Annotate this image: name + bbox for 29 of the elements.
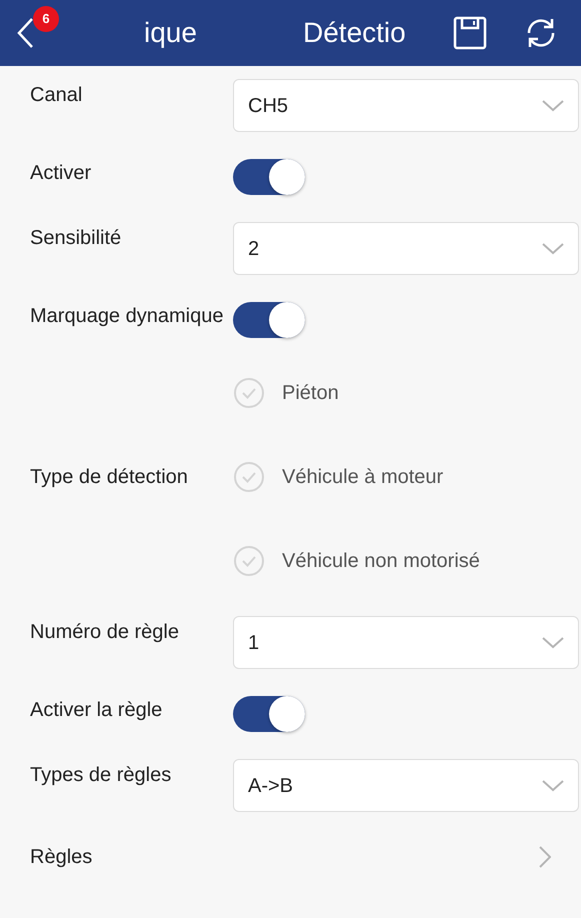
field-label: Marquage dynamique: [30, 304, 224, 329]
notification-badge: 6: [33, 6, 59, 32]
dropdown-select[interactable]: CH5: [233, 79, 579, 132]
field-label: Numéro de règle: [30, 620, 180, 645]
field-label: Sensibilité: [30, 226, 122, 251]
checkbox-option[interactable]: Véhicule à moteur: [233, 459, 480, 495]
toggle-switch[interactable]: [233, 302, 305, 338]
field-label: Activer: [30, 161, 92, 186]
chevron-down-icon: [542, 636, 564, 648]
field-label: Type de détection: [30, 464, 189, 490]
dropdown-select[interactable]: 1: [233, 616, 579, 669]
field-label: Activer la règle: [30, 698, 164, 723]
checkbox-option[interactable]: Véhicule non motorisé: [233, 543, 480, 579]
save-icon[interactable]: [453, 16, 487, 50]
field-label: Canal: [30, 83, 84, 108]
chevron-down-icon: [542, 242, 564, 254]
header-tab[interactable]: Détectio: [303, 12, 406, 54]
checkbox-option[interactable]: Piéton: [233, 375, 480, 411]
toggle-switch[interactable]: [233, 696, 305, 732]
chevron-down-icon: [542, 100, 564, 112]
header-tab[interactable]: ique: [144, 12, 303, 54]
back-icon: [16, 17, 34, 49]
toggle-switch[interactable]: [233, 159, 305, 195]
rules-link[interactable]: Règles: [30, 839, 581, 875]
dropdown-select[interactable]: 2: [233, 222, 579, 275]
chevron-right-icon: [539, 846, 551, 868]
chevron-down-icon: [542, 780, 564, 792]
field-label: Types de règles: [30, 763, 172, 788]
dropdown-select[interactable]: A->B: [233, 759, 579, 812]
